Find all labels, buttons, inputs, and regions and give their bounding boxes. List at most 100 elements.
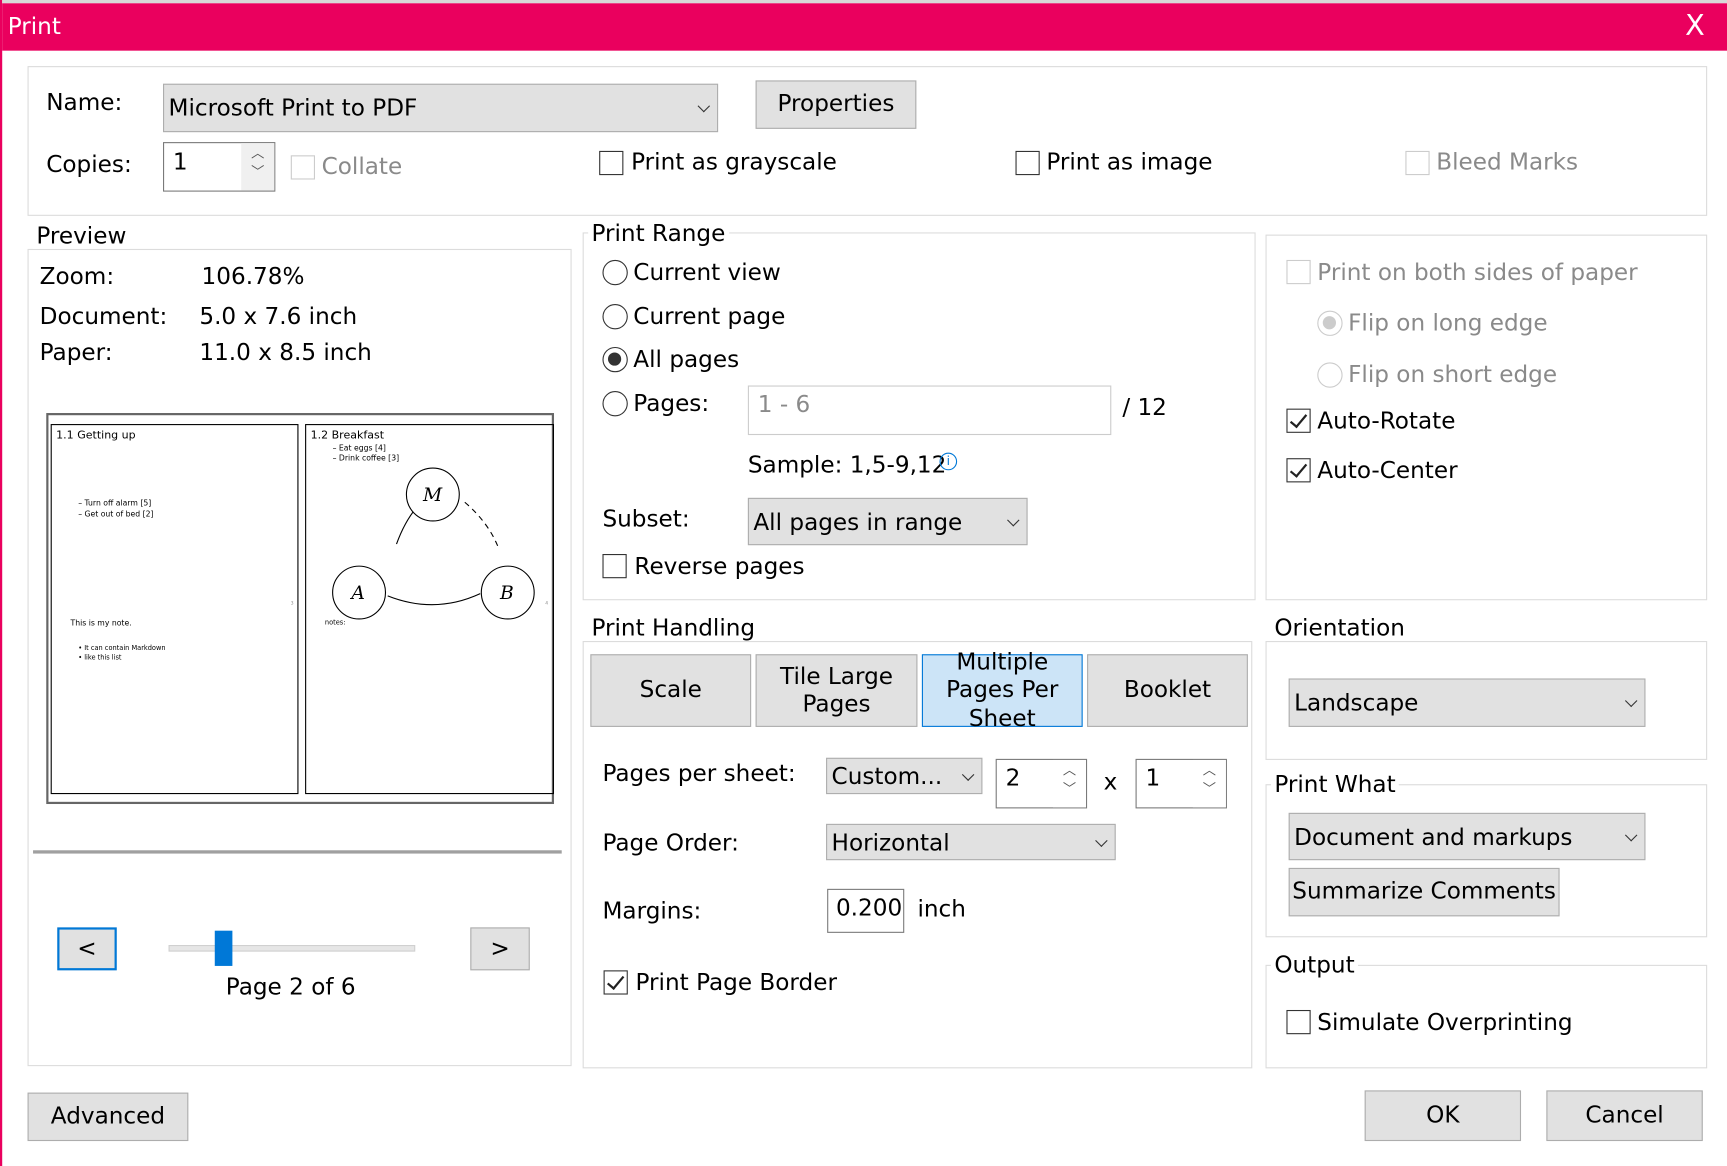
- info-icon[interactable]: i: [939, 452, 958, 471]
- pages-per-sheet-value: Custom...: [831, 762, 943, 790]
- paper-value: 11.0 x 8.5 inch: [199, 339, 372, 366]
- short-edge-label: Flip on short edge: [1348, 361, 1558, 388]
- name-label: Name:: [46, 89, 123, 116]
- page-indicator: Page 2 of 6: [225, 973, 356, 1001]
- rows-value: 1: [1145, 764, 1161, 791]
- tab-multiple-pages-per-sheet[interactable]: Multiple Pages Per Sheet: [921, 649, 1083, 731]
- tab-tile-large-pages[interactable]: Tile Large Pages: [755, 654, 918, 727]
- chevron-down-icon: [1624, 828, 1638, 841]
- title-bar: Print X: [2, 3, 1727, 51]
- spin-arrows-icon[interactable]: ︿ ﹀: [1192, 759, 1226, 808]
- rows-stepper[interactable]: 1 ︿ ﹀: [1135, 758, 1227, 809]
- window-title: Print: [7, 13, 61, 40]
- print-what-dropdown[interactable]: Document and markups: [1288, 812, 1646, 861]
- margins-input[interactable]: 0.200: [827, 888, 905, 933]
- page-note: This is my note.: [70, 618, 132, 628]
- current-page-label: Current page: [633, 302, 786, 330]
- page-slider-track[interactable]: [168, 945, 416, 952]
- pages-per-sheet-dropdown[interactable]: Custom...: [826, 757, 983, 795]
- reverse-pages-checkbox[interactable]: [602, 554, 627, 579]
- long-edge-label: Flip on long edge: [1348, 309, 1548, 336]
- orientation-dropdown[interactable]: Landscape: [1288, 678, 1646, 727]
- previous-page-button[interactable]: <: [57, 927, 117, 971]
- page-order-dropdown[interactable]: Horizontal: [826, 823, 1116, 861]
- current-page-radio[interactable]: [602, 303, 628, 330]
- pages-radio[interactable]: [602, 390, 628, 417]
- bleed-marks-label: Bleed Marks: [1436, 148, 1579, 176]
- paper-label: Paper:: [39, 339, 113, 366]
- page-number: 3: [290, 600, 294, 606]
- printer-dropdown[interactable]: Microsoft Print to PDF: [163, 83, 719, 133]
- printer-value: Microsoft Print to PDF: [168, 94, 418, 122]
- orientation-value: Landscape: [1294, 689, 1419, 716]
- summarize-comments-button[interactable]: Summarize Comments: [1288, 867, 1560, 917]
- long-edge-radio[interactable]: [1317, 310, 1343, 336]
- both-sides-label: Print on both sides of paper: [1317, 258, 1638, 286]
- collate-label: Collate: [321, 153, 403, 180]
- auto-rotate-checkbox[interactable]: [1286, 408, 1311, 433]
- tab-scale[interactable]: Scale: [590, 654, 752, 727]
- zoom-value: 106.78%: [201, 263, 305, 290]
- output-legend: Output: [1271, 951, 1358, 979]
- print-page-border-label: Print Page Border: [635, 969, 837, 996]
- page-slider-thumb[interactable]: [214, 930, 232, 966]
- graph-diagram: [332, 467, 535, 620]
- margins-label: Margins:: [602, 897, 702, 925]
- advanced-button[interactable]: Advanced: [27, 1092, 189, 1142]
- page-item: – Get out of bed [2]: [78, 509, 154, 519]
- print-as-image-checkbox[interactable]: [1015, 150, 1040, 176]
- print-as-image-label: Print as image: [1046, 148, 1213, 176]
- copies-value: 1: [172, 148, 188, 176]
- collate-checkbox[interactable]: [290, 155, 316, 180]
- next-page-button[interactable]: >: [470, 927, 530, 971]
- all-pages-radio[interactable]: [602, 346, 628, 373]
- node-label: B: [500, 582, 514, 605]
- close-icon[interactable]: X: [1685, 10, 1705, 43]
- cancel-button[interactable]: Cancel: [1546, 1090, 1703, 1142]
- page-order-value: Horizontal: [831, 828, 950, 856]
- properties-button[interactable]: Properties: [755, 80, 917, 129]
- tab-booklet[interactable]: Booklet: [1087, 654, 1248, 727]
- preview-sheet: 1.1 Getting up – Turn off alarm [5] – Ge…: [46, 413, 555, 805]
- simulate-overprinting-checkbox[interactable]: [1286, 1009, 1311, 1035]
- chevron-down-icon: [1095, 834, 1108, 847]
- page-bullet: • like this list: [78, 654, 122, 662]
- pages-label: Pages:: [633, 389, 710, 417]
- margins-unit: inch: [917, 895, 966, 922]
- copies-stepper[interactable]: 1 ︿ ﹀: [163, 142, 276, 192]
- node-label: M: [422, 484, 443, 507]
- columns-stepper[interactable]: 2 ︿ ﹀: [995, 758, 1088, 809]
- copies-label: Copies:: [46, 150, 132, 178]
- preview-legend: Preview: [33, 222, 130, 249]
- chevron-down-icon: [961, 767, 975, 781]
- pages-input[interactable]: 1 - 6: [747, 385, 1112, 436]
- auto-center-checkbox[interactable]: [1286, 458, 1311, 483]
- times-label: x: [1103, 768, 1118, 796]
- bleed-marks-checkbox[interactable]: [1405, 150, 1430, 176]
- spin-arrows-icon[interactable]: ︿ ﹀: [1052, 759, 1086, 808]
- print-handling-legend: Print Handling: [588, 614, 759, 642]
- print-range-legend: Print Range: [588, 220, 729, 247]
- subset-label: Subset:: [602, 505, 690, 532]
- simulate-overprinting-label: Simulate Overprinting: [1317, 1008, 1573, 1036]
- both-sides-checkbox[interactable]: [1286, 259, 1311, 285]
- node-label: A: [351, 582, 365, 605]
- current-view-label: Current view: [633, 258, 781, 286]
- print-page-border-checkbox[interactable]: [603, 970, 628, 995]
- grayscale-checkbox[interactable]: [599, 150, 624, 176]
- columns-value: 2: [1005, 764, 1021, 791]
- current-view-radio[interactable]: [602, 259, 628, 286]
- ok-button[interactable]: OK: [1364, 1090, 1522, 1142]
- preview-page-2: 1.2 Breakfast – Eat eggs [4] – Drink cof…: [305, 424, 555, 795]
- auto-center-label: Auto-Center: [1317, 457, 1458, 484]
- print-what-legend: Print What: [1271, 770, 1399, 798]
- subset-dropdown[interactable]: All pages in range: [747, 497, 1028, 546]
- chevron-down-icon: [1007, 513, 1020, 526]
- page-number: 4: [545, 600, 548, 606]
- spin-arrows-icon[interactable]: ︿ ﹀: [241, 143, 275, 191]
- subset-value: All pages in range: [753, 508, 963, 535]
- total-pages: / 12: [1122, 394, 1167, 421]
- short-edge-radio[interactable]: [1317, 362, 1343, 388]
- page-order-label: Page Order:: [602, 829, 739, 856]
- page-heading: 1.1 Getting up: [56, 429, 136, 442]
